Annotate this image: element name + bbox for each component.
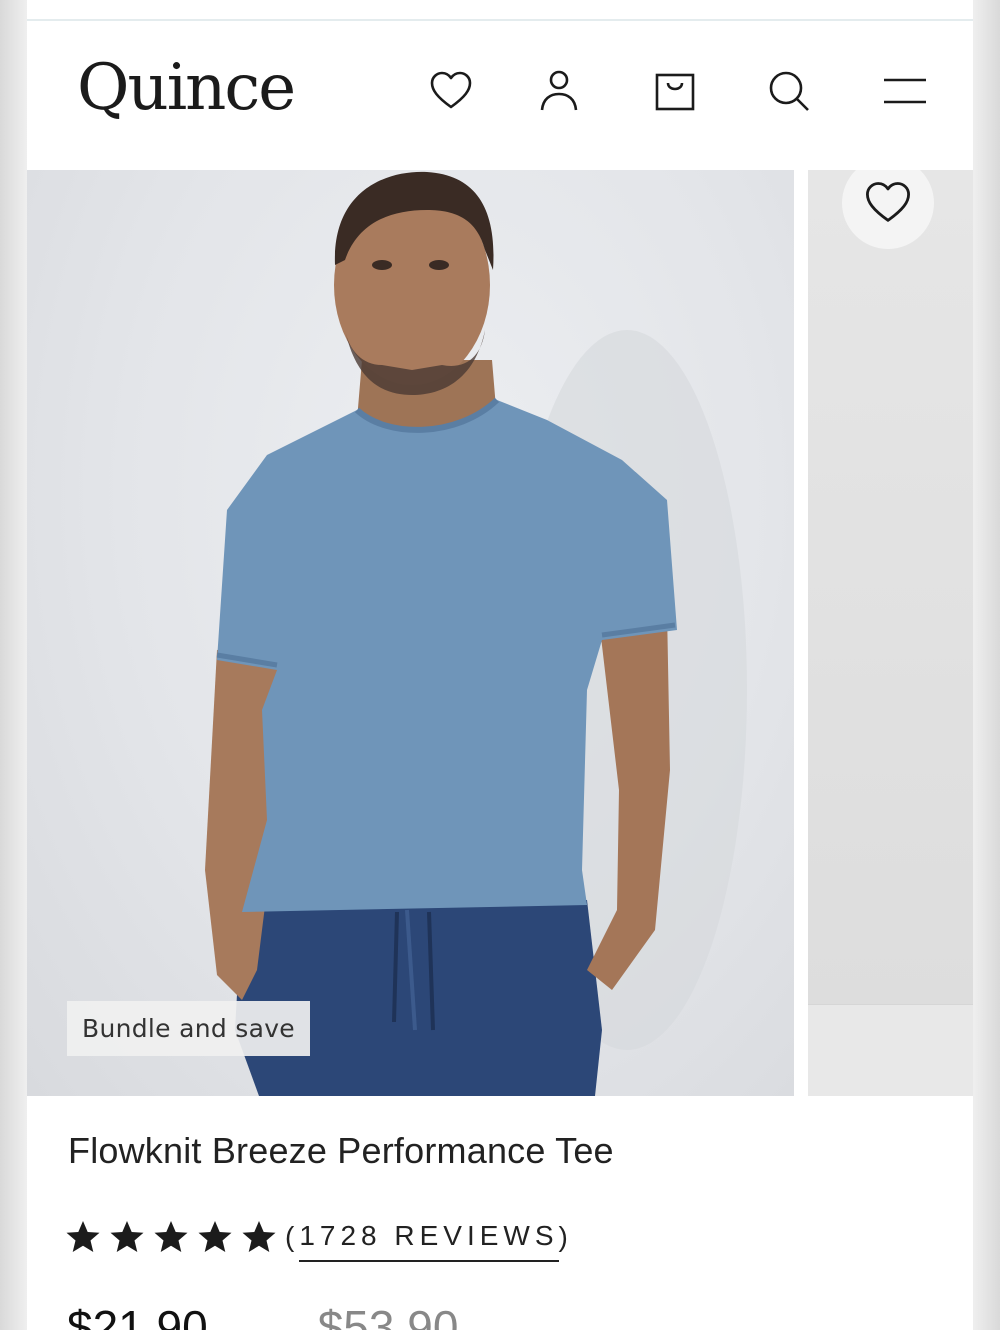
star-icon [242,1221,276,1252]
star-icon [66,1221,100,1252]
menu-icon [884,78,926,104]
wishlist-button[interactable] [425,65,477,117]
menu-button[interactable] [879,65,931,117]
product-rating: ( 1728 REVIEWS ) [63,1212,573,1262]
compare-price: $53.90 [317,1301,459,1330]
account-button[interactable] [533,65,585,117]
floor-shadow [808,1004,973,1096]
product-image-carousel[interactable]: Bundle and save [27,170,973,1096]
heart-icon [430,71,472,109]
bundle-badge: Bundle and save [67,1001,310,1056]
next-product-image[interactable] [808,170,973,1096]
reviews-paren-open: ( [285,1221,300,1252]
star-icon [154,1221,188,1252]
search-button[interactable] [763,65,815,117]
star-icon [110,1221,144,1252]
site-header: Quince [27,23,973,170]
reviews-paren-close: ) [558,1221,573,1252]
sale-price: $21.90 [67,1301,208,1330]
brand-logo[interactable]: Quince [77,51,296,125]
top-strip [27,0,973,21]
reviews-count: ( 1728 REVIEWS ) [285,1212,573,1262]
cart-button[interactable] [649,65,701,117]
star-icon [198,1221,232,1252]
shopping-bag-icon [655,73,695,111]
model-photo [205,171,747,1096]
product-page: Quince Bundle and save Flowknit Breeze P… [27,0,973,1330]
account-icon [540,70,578,111]
product-image[interactable]: Bundle and save [27,170,794,1096]
reviews-link[interactable]: 1728 REVIEWS [299,1220,559,1262]
heart-icon [866,182,910,222]
search-icon [769,71,809,111]
product-title: Flowknit Breeze Performance Tee [68,1130,614,1171]
price-row: $21.90 $53.90 [67,1300,458,1330]
